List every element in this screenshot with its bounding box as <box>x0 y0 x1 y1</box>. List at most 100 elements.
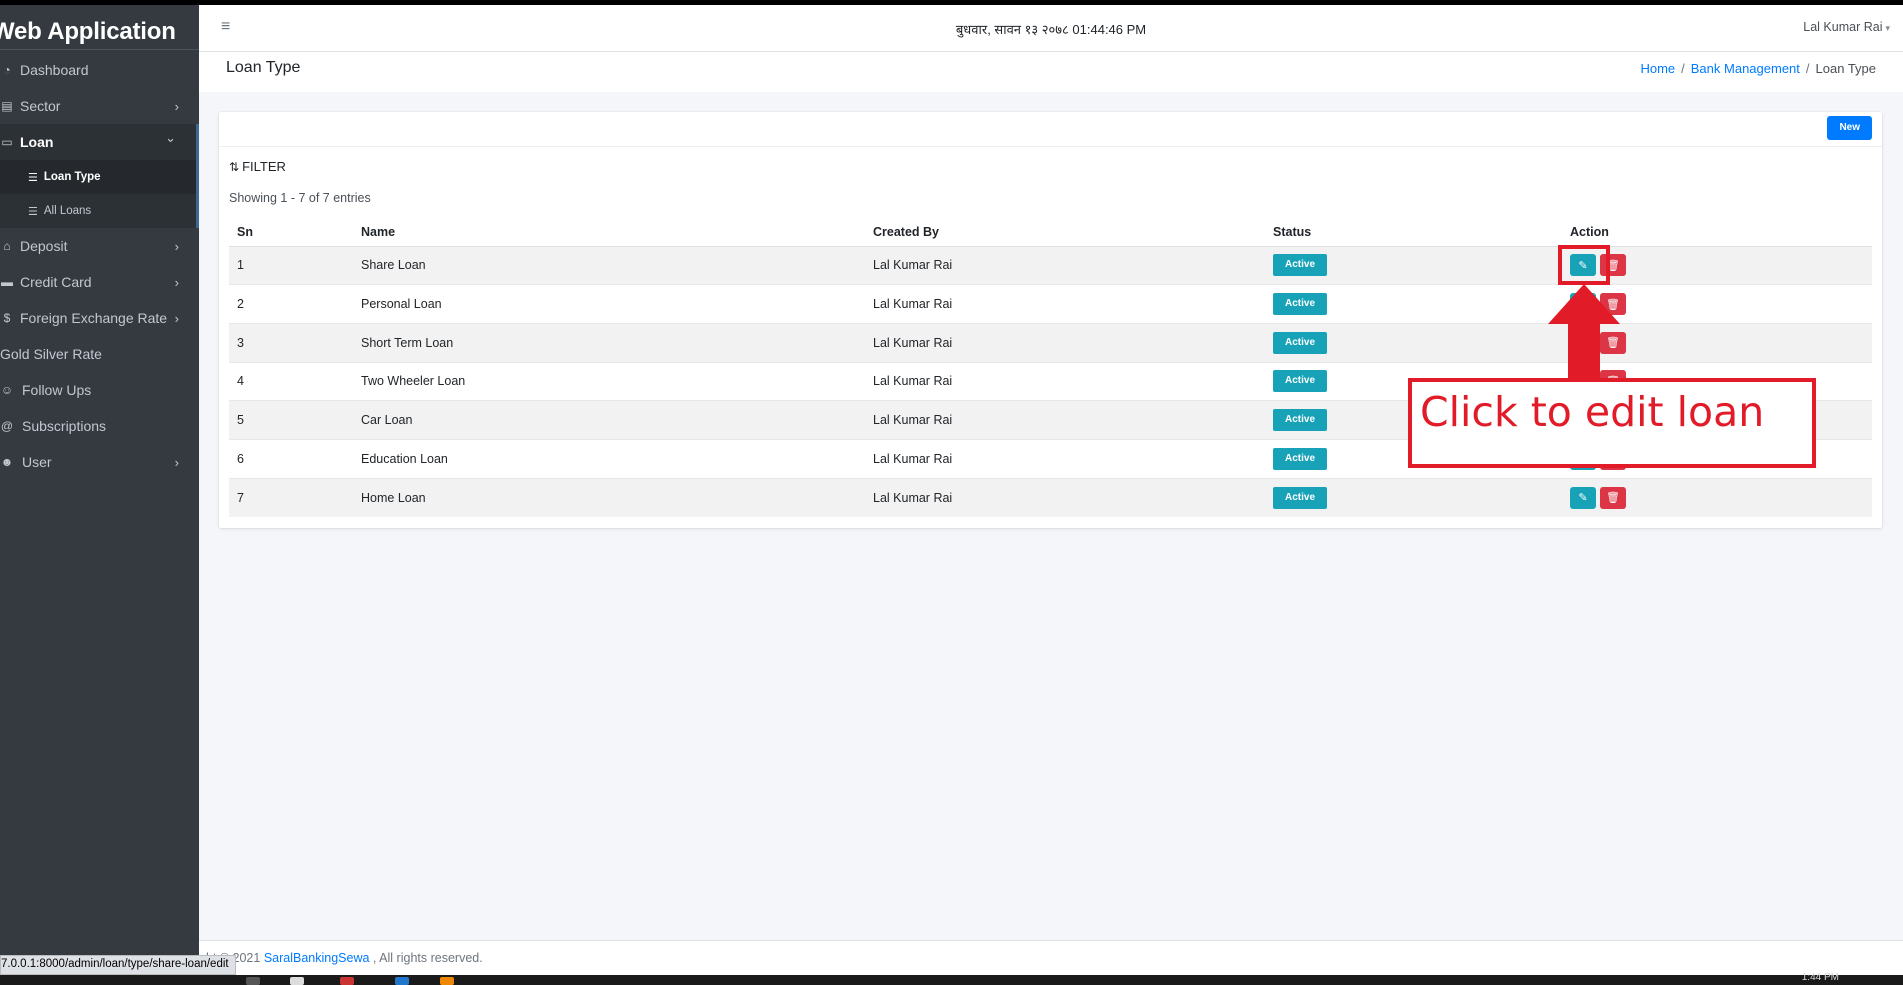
footer: ght © 2021 SaralBankingSewa , All rights… <box>199 940 1903 975</box>
taskbar: 1:44 PM <box>0 972 1903 985</box>
page-title: Loan Type <box>226 59 301 76</box>
content-header: Loan Type Home / Bank Management / Loan … <box>199 52 1903 92</box>
table-row: 3Short Term LoanLal Kumar RaiActive✎🗑 <box>229 322 1872 363</box>
column-header-created-by[interactable]: Created By <box>865 218 1265 247</box>
sidebar-item-gold-silver-rate[interactable]: Gold Silver Rate <box>0 336 199 372</box>
chevron-right-icon: › <box>174 310 179 326</box>
new-button[interactable]: New <box>1827 116 1872 140</box>
sidebar-item-label: Loan <box>20 134 54 150</box>
breadcrumb-separator: / <box>1805 61 1810 76</box>
sidebar-item-subscriptions[interactable]: @ Subscriptions <box>0 408 199 444</box>
sidebar: Web Application ◔ Dashboard ▤ Sector › ▭… <box>0 5 199 985</box>
taskbar-app-icon[interactable] <box>395 977 409 985</box>
cell-created-by: Lal Kumar Rai <box>865 361 1265 401</box>
cell-name: Personal Loan <box>353 284 865 324</box>
breadcrumb-current: Loan Type <box>1815 61 1876 76</box>
cell-status: Active <box>1265 477 1562 517</box>
taskbar-app-icon[interactable] <box>290 977 304 985</box>
status-badge: Active <box>1273 293 1327 316</box>
sidebar-item-loan[interactable]: ▭ Loan ⌄ <box>0 124 199 160</box>
cell-created-by: Lal Kumar Rai <box>865 322 1265 363</box>
edit-icon: ✎ <box>1578 492 1588 505</box>
sidebar-subitem-loan-type[interactable]: ☰ Loan Type <box>0 160 199 194</box>
column-header-name[interactable]: Name <box>353 218 865 247</box>
status-url-hint: 7.0.0.1:8000/admin/loan/type/share-loan/… <box>0 955 236 975</box>
delete-button[interactable]: 🗑 <box>1600 486 1626 509</box>
sidebar-item-label: Follow Ups <box>22 382 92 398</box>
user-name: Lal Kumar Rai <box>1803 20 1883 34</box>
taskbar-app-icon[interactable] <box>340 977 354 985</box>
chevron-right-icon: › <box>174 98 179 114</box>
cell-sn: 1 <box>229 245 353 285</box>
cell-sn: 4 <box>229 361 353 401</box>
column-header-status[interactable]: Status <box>1265 218 1562 247</box>
cell-created-by: Lal Kumar Rai <box>865 400 1265 440</box>
sidebar-nav: ◔ Dashboard ▤ Sector › ▭ Loan ⌄ ☰ Loan T… <box>0 52 199 480</box>
sidebar-item-foreign-exchange-rate[interactable]: $ Foreign Exchange Rate › <box>0 300 199 336</box>
breadcrumb: Home / Bank Management / Loan Type <box>1640 61 1876 76</box>
sidebar-item-label: Gold Silver Rate <box>0 346 102 362</box>
table-header-row: Sn Name Created By Status Action <box>229 218 1872 247</box>
cell-action: ✎🗑 <box>1562 477 1872 517</box>
sidebar-item-follow-ups[interactable]: ☺ Follow Ups <box>0 372 199 408</box>
sidebar-item-deposit[interactable]: ⌂ Deposit › <box>0 228 199 264</box>
cell-status: Active <box>1265 322 1562 363</box>
sidebar-subitem-label: All Loans <box>43 205 92 217</box>
chevron-right-icon: › <box>174 454 179 470</box>
filter-label: FILTER <box>242 159 286 174</box>
taskbar-app-icon[interactable] <box>440 977 454 985</box>
cell-created-by: Lal Kumar Rai <box>865 438 1265 479</box>
table-row: 7 Home Loan Lal Kumar Rai Active ✎ 🗑 <box>229 477 1872 517</box>
cell-sn: 2 <box>229 284 353 324</box>
card-header: New <box>219 112 1882 147</box>
at-icon: @ <box>0 419 14 433</box>
cell-status: Active <box>1265 284 1562 324</box>
sort-filter-icon: ⇅ <box>229 160 240 174</box>
cell-name: Two Wheeler Loan <box>353 361 865 401</box>
dollar-icon: $ <box>3 311 11 325</box>
status-badge: Active <box>1273 331 1327 354</box>
list-icon: ☰ <box>28 205 38 218</box>
status-badge: Active <box>1273 370 1327 393</box>
sidebar-item-sector[interactable]: ▤ Sector › <box>0 88 199 124</box>
sidebar-item-label: Foreign Exchange Rate <box>20 310 168 326</box>
top-navbar: ≡ बुधवार, सावन १३ २०७८ 01:44:46 PM Lal K… <box>199 5 1903 52</box>
filter-toggle[interactable]: ⇅ FILTER <box>229 159 286 174</box>
copy-icon: ▤ <box>1 99 13 113</box>
breadcrumb-bank-management[interactable]: Bank Management <box>1691 61 1800 76</box>
breadcrumb-home[interactable]: Home <box>1640 61 1675 76</box>
taskbar-clock: 1:44 PM <box>1801 972 1839 983</box>
sidebar-subitem-label: Loan Type <box>43 171 101 183</box>
cell-created-by: Lal Kumar Rai <box>865 477 1265 517</box>
cell-created-by: Lal Kumar Rai <box>865 284 1265 324</box>
annotation-callout: Click to edit loan <box>1408 378 1816 468</box>
cell-name: Car Loan <box>353 400 865 440</box>
edit-highlight-box <box>1558 245 1610 285</box>
cell-status: Active <box>1265 245 1562 285</box>
sidebar-item-dashboard[interactable]: ◔ Dashboard <box>0 52 199 88</box>
column-header-sn[interactable]: Sn <box>229 218 353 247</box>
sidebar-item-user[interactable]: ☻ User › <box>0 444 199 480</box>
edit-button[interactable]: ✎ <box>1570 486 1596 509</box>
cell-sn: 7 <box>229 477 353 517</box>
credit-card-icon: ▬ <box>1 275 13 289</box>
sidebar-item-credit-card[interactable]: ▬ Credit Card › <box>0 264 199 300</box>
cell-name: Home Loan <box>353 477 865 517</box>
loan-submenu: ☰ Loan Type ☰ All Loans <box>0 160 199 228</box>
footer-link[interactable]: SaralBankingSewa <box>264 951 370 965</box>
chevron-right-icon: › <box>174 274 179 290</box>
sidebar-item-label: Deposit <box>20 238 68 254</box>
user-menu[interactable]: Lal Kumar Rai ▾ <box>1803 20 1890 34</box>
dashboard-icon: ◔ <box>3 63 11 77</box>
list-icon: ☰ <box>28 171 38 184</box>
user-plus-icon: ☺ <box>0 383 14 397</box>
loan-type-table: Sn Name Created By Status Action 1 Share … <box>229 218 1872 517</box>
status-badge: Active <box>1273 409 1327 432</box>
status-badge: Active <box>1273 254 1327 277</box>
home-icon: ⌂ <box>3 239 11 253</box>
annotation-arrow-icon <box>1548 284 1620 379</box>
taskbar-app-icon[interactable] <box>246 977 260 985</box>
brand-title[interactable]: Web Application <box>0 5 199 50</box>
sidebar-subitem-all-loans[interactable]: ☰ All Loans <box>0 194 199 228</box>
sidebar-item-label: Sector <box>20 98 61 114</box>
